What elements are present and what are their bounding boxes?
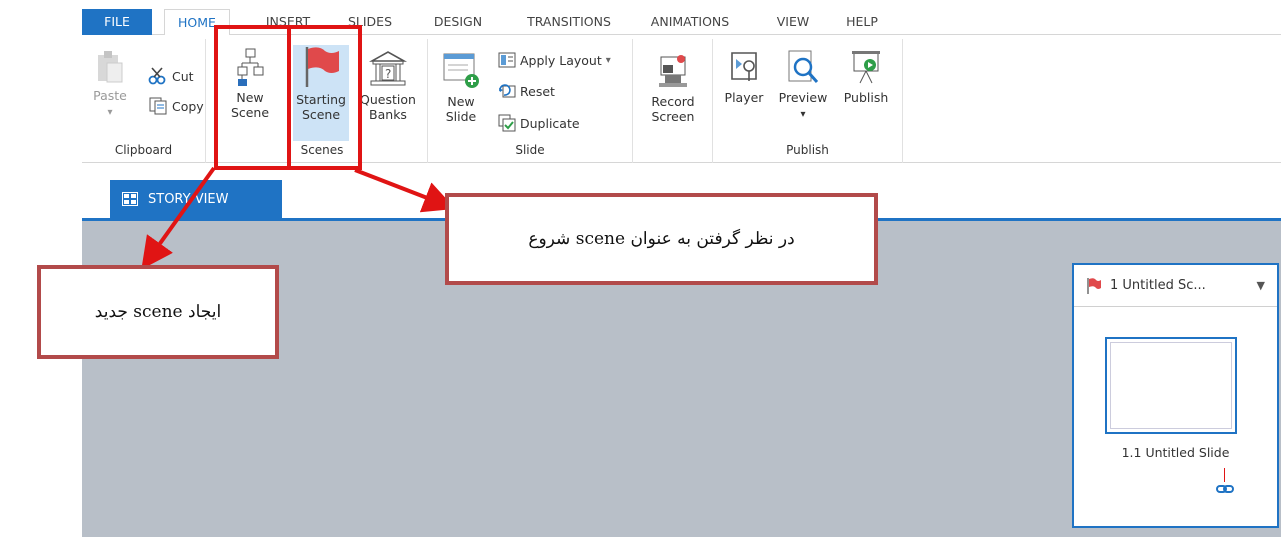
new-scene-callout: ایجاد scene جدید [37, 265, 279, 359]
starting-scene-callout: در نظر گرفتن به عنوان scene شروع [445, 193, 878, 285]
new-scene-arrow [141, 166, 216, 270]
starting-scene-callout-text: در نظر گرفتن به عنوان scene شروع [528, 229, 795, 249]
new-scene-callout-text: ایجاد scene جدید [94, 302, 222, 322]
starting-scene-arrow [354, 168, 456, 213]
